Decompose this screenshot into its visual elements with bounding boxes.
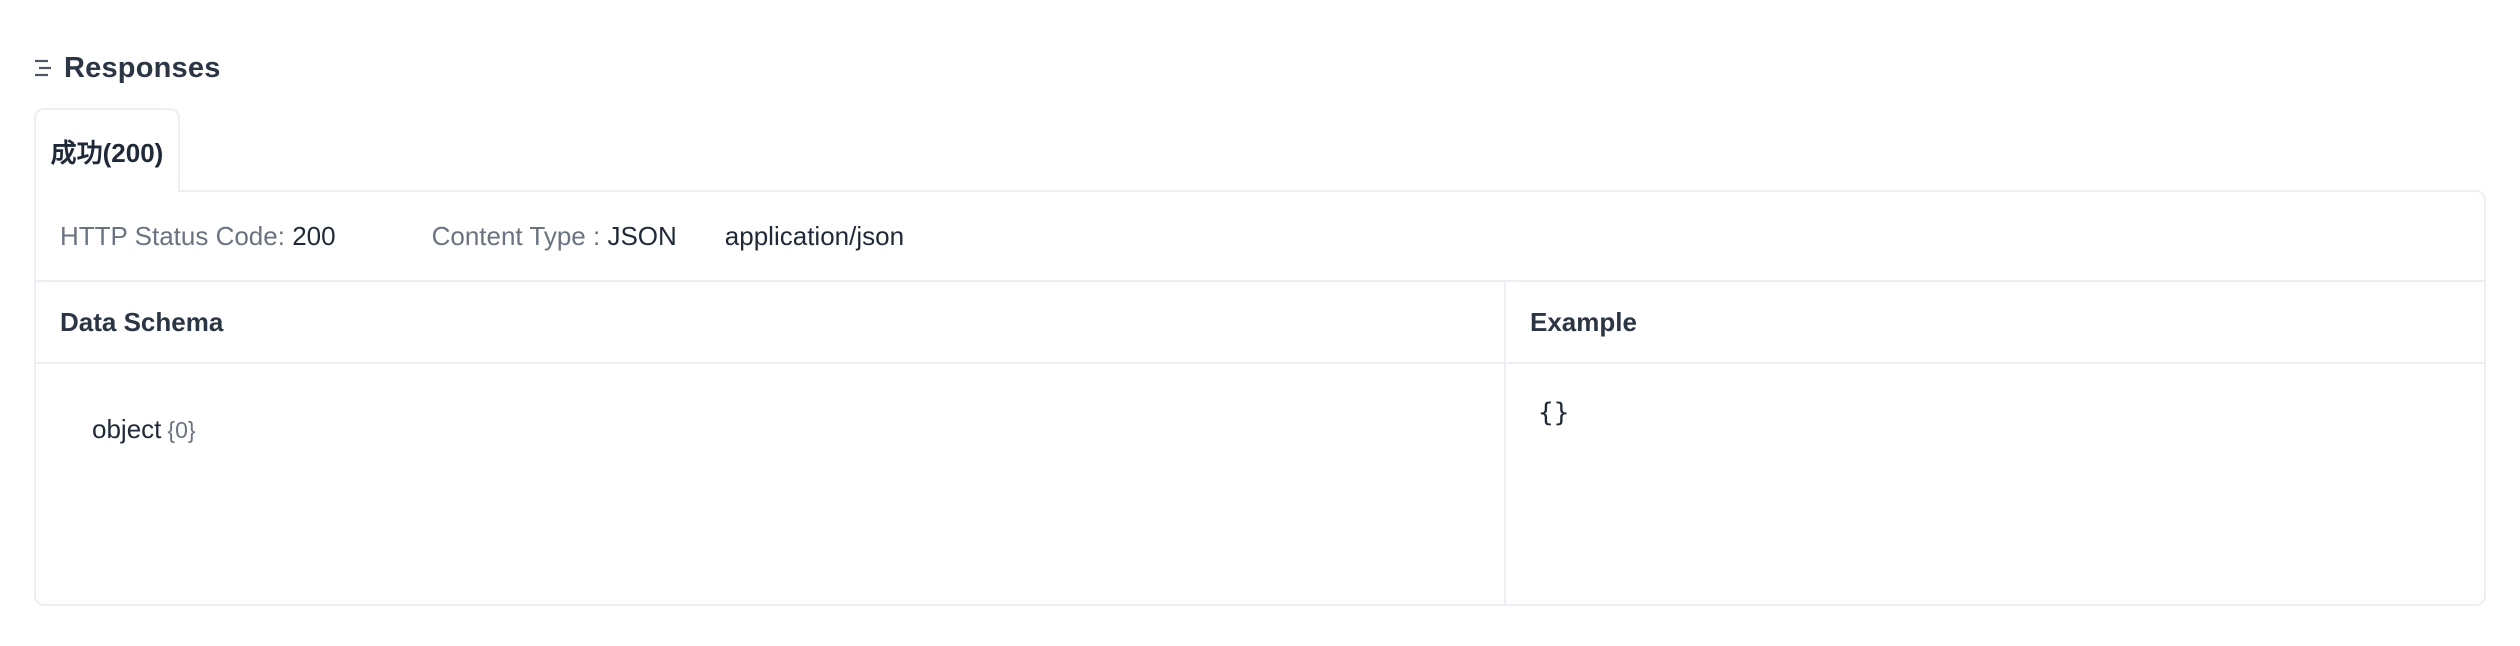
schema-tree: object {0} bbox=[36, 364, 1504, 445]
response-panel: HTTP Status Code: 200 Content Type : JSO… bbox=[34, 190, 2486, 606]
content-type: Content Type : JSON bbox=[432, 221, 677, 252]
schema-root-count: {0} bbox=[167, 417, 196, 443]
responses-title: Responses bbox=[64, 51, 221, 84]
data-schema-header: Data Schema bbox=[36, 282, 1504, 364]
response-meta-row: HTTP Status Code: 200 Content Type : JSO… bbox=[36, 192, 2484, 282]
status-code-value: 200 bbox=[292, 220, 336, 251]
responses-header: Responses bbox=[34, 48, 221, 88]
data-schema-column: Data Schema object {0} bbox=[36, 282, 1506, 604]
tab-label: 成功(200) bbox=[50, 137, 164, 168]
status-code: HTTP Status Code: 200 bbox=[60, 221, 336, 252]
status-code-label: HTTP Status Code: bbox=[60, 220, 285, 251]
content-type-label: Content Type : bbox=[431, 220, 601, 251]
responses-page: Responses 成功(200) HTTP Status Code: 200 … bbox=[0, 0, 2520, 646]
example-code[interactable]: {} bbox=[1506, 364, 2484, 428]
mime-type: application/json bbox=[724, 220, 905, 251]
schema-root-type: object bbox=[92, 414, 162, 444]
example-header: Example bbox=[1506, 282, 2484, 364]
content-type-value: JSON bbox=[607, 220, 677, 251]
tab-success-200[interactable]: 成功(200) bbox=[34, 108, 180, 192]
example-column: Example {} bbox=[1506, 282, 2484, 604]
list-icon bbox=[34, 57, 52, 79]
